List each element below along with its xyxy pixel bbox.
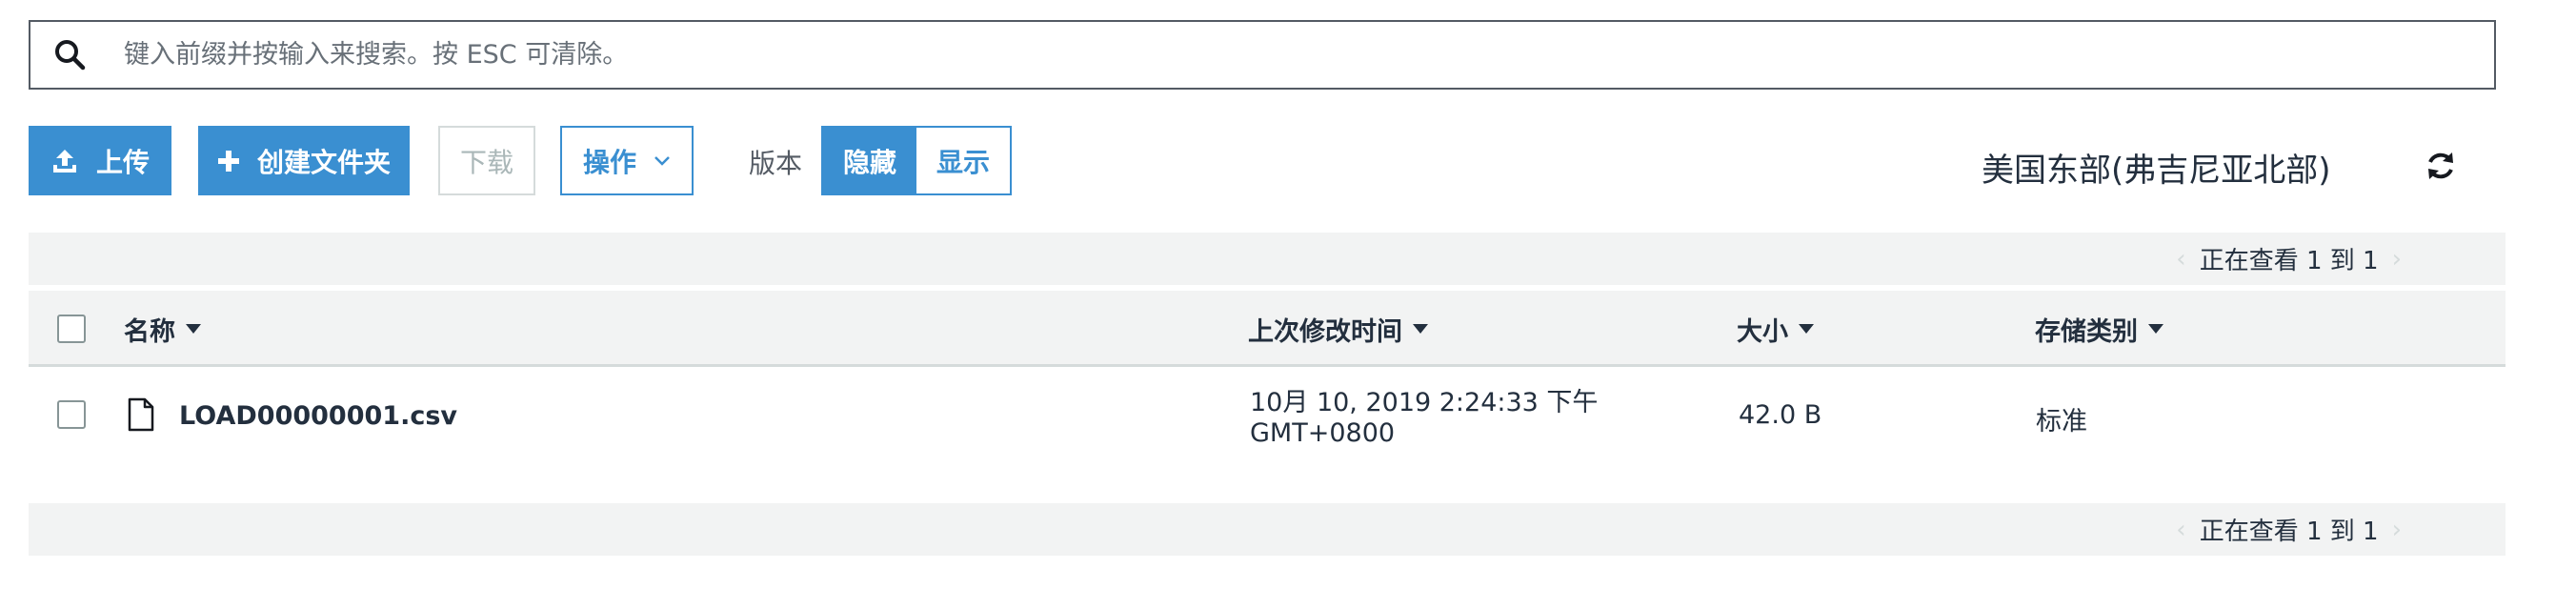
create-folder-label: 创建文件夹	[256, 146, 391, 178]
pager-top: ‹ 正在查看 1 到 1 ›	[29, 233, 2506, 285]
upload-label: 上传	[95, 146, 150, 178]
file-icon	[128, 397, 154, 432]
download-label: 下载	[459, 146, 513, 178]
chevron-down-icon	[654, 155, 671, 167]
version-hide-button[interactable]: 隐藏	[823, 128, 916, 193]
column-header-size[interactable]: 大小	[1737, 291, 1815, 367]
s3-bucket-browser: 上传 创建文件夹 下载 操作 版本 隐藏 显示 美国东部(弗吉尼亚北部)	[0, 0, 2576, 589]
actions-label: 操作	[582, 146, 636, 178]
column-header-storage-class-label: 存储类别	[2035, 316, 2138, 347]
prev-page-icon[interactable]: ‹	[2176, 245, 2185, 274]
download-button[interactable]: 下载	[438, 126, 535, 195]
file-size: 42.0 B	[1739, 400, 1822, 430]
upload-icon	[50, 147, 79, 175]
column-header-name[interactable]: 名称	[124, 291, 202, 367]
table-header: 名称 上次修改时间 大小 存储类别	[29, 291, 2506, 367]
modified-timezone: GMT+0800	[1250, 418, 1396, 448]
column-header-modified[interactable]: 上次修改时间	[1248, 291, 1429, 367]
storage-class: 标准	[2036, 407, 2087, 437]
modified-date: 10月 10, 2019 2:24:33 下午	[1250, 388, 1599, 417]
region-label: 美国东部(弗吉尼亚北部)	[1982, 152, 2331, 190]
select-all-checkbox[interactable]	[57, 315, 86, 343]
version-label: 版本	[749, 148, 803, 179]
pager-bottom: ‹ 正在查看 1 到 1 ›	[29, 503, 2506, 556]
caret-down-icon	[2147, 323, 2164, 335]
plus-icon	[217, 150, 240, 173]
version-show-button[interactable]: 显示	[916, 128, 1010, 193]
file-name-link[interactable]: LOAD00000001.csv	[179, 401, 457, 431]
caret-down-icon	[185, 323, 202, 335]
search-input[interactable]	[122, 39, 2494, 71]
search-bar[interactable]	[29, 20, 2496, 90]
caret-down-icon	[1798, 323, 1815, 335]
next-page-icon[interactable]: ›	[2392, 516, 2402, 544]
column-header-storage-class[interactable]: 存储类别	[2035, 291, 2164, 367]
pager-text: 正在查看 1 到 1	[2199, 247, 2379, 275]
column-header-modified-label: 上次修改时间	[1248, 316, 1402, 347]
table-row[interactable]: LOAD00000001.csv 10月 10, 2019 2:24:33 下午…	[29, 367, 2506, 462]
refresh-icon[interactable]	[2424, 149, 2458, 183]
pager-text: 正在查看 1 到 1	[2199, 518, 2379, 546]
column-header-size-label: 大小	[1737, 316, 1788, 347]
upload-button[interactable]: 上传	[29, 126, 171, 195]
row-checkbox[interactable]	[57, 400, 86, 429]
next-page-icon[interactable]: ›	[2392, 245, 2402, 274]
column-header-name-label: 名称	[124, 316, 175, 347]
prev-page-icon[interactable]: ‹	[2176, 516, 2185, 544]
version-toggle: 隐藏 显示	[821, 126, 1012, 195]
actions-dropdown[interactable]: 操作	[560, 126, 694, 195]
caret-down-icon	[1412, 323, 1429, 335]
create-folder-button[interactable]: 创建文件夹	[198, 126, 410, 195]
search-icon	[55, 39, 86, 70]
